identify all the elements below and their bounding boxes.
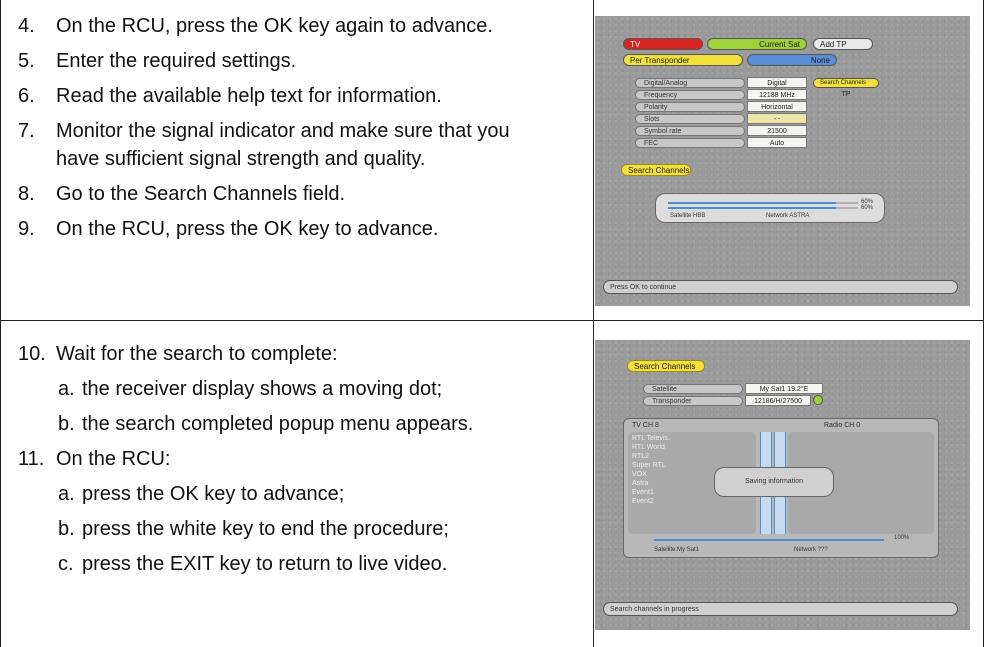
setting-value: Horizontal [747,101,807,112]
list-item: Event2 [632,498,654,505]
signal-quality-track [836,207,858,209]
substep-text: press the EXIT key to return to live vid… [82,553,448,575]
step-text: Go to the Search Channels field. [56,183,346,205]
step-7: 7. Monitor the signal indicator and make … [18,117,556,173]
substep-letter: b. [58,518,75,540]
step-number: 4. [18,15,35,37]
list-item: VOX [632,471,647,478]
list-item: Astra [632,480,649,487]
footer-network-label: Network ??? [794,547,828,553]
search-mode-label: Search Channels [813,78,879,88]
step-5: 5. Enter the required settings. [18,47,584,75]
step-text: On the RCU, press the OK key to advance. [56,218,439,240]
list-item: RTL Televis. [632,435,670,442]
status-bar: Search channels in progress [603,602,958,616]
step-number: 8. [18,183,35,205]
search-channels-header: Search Channels [627,360,705,372]
list-item: Super RTL [632,462,666,469]
signal-indicator: 60% 60% Satellite HBB Network ASTRA [655,193,885,223]
lock-indicator-icon [813,395,823,405]
add-tp-option: Add TP [813,38,873,50]
substep-text: press the white key to end the procedure… [82,518,449,540]
step-text: On the RCU: [56,448,171,470]
substep-text: the search completed popup menu appears. [82,413,474,435]
setting-label: FEC [635,138,745,148]
info-value: 12186/H/27500 [745,395,811,406]
substep-letter: a. [58,378,75,400]
signal-strength-track [836,202,858,204]
step-number: 6. [18,85,35,107]
step-11a: a. press the OK key to advance; [18,480,584,508]
signal-strength-bar [668,202,836,204]
instruction-list-1: 4. On the RCU, press the OK key again to … [18,12,584,250]
signal-quality-percent: 60% [861,205,874,211]
step-11c: c. press the EXIT key to return to live v… [18,550,584,578]
tv-channel-header: TV CH 8 [632,422,659,429]
step-number: 5. [18,50,35,72]
substep-letter: a. [58,483,75,505]
radio-channel-header: Radio CH 0 [824,422,861,429]
step-11: 11. On the RCU: [18,445,584,473]
substep-letter: c. [58,553,74,575]
step-8: 8. Go to the Search Channels field. [18,180,584,208]
step-number: 11. [18,448,45,470]
search-scope-selector: Per Transponder [623,54,743,66]
list-item: RTL2 [632,453,649,460]
tv-channel-items: RTL Televis. RTL World RTL2 Super RTL VO… [632,434,670,506]
search-mode-value: TP [841,91,851,98]
setting-value: Digital [747,77,807,88]
satellite-selector: Current Sat [707,38,807,50]
step-text: Enter the required settings. [56,50,297,72]
saving-popup: Saving information [714,467,834,497]
status-bar: Press OK to continue [603,280,958,294]
tv-radio-selector: TV [623,38,703,50]
setting-label: Symbol rate [635,126,745,136]
step-10: 10. Wait for the search to complete: [18,340,584,368]
progress-bar [654,539,884,541]
table-border-left [0,0,1,647]
substep-letter: b. [58,413,75,435]
step-9: 9. On the RCU, press the OK key to advanc… [18,215,584,243]
screenshot-transponder-settings: TV Current Sat Add TP Per Transponder No… [595,16,970,306]
info-label: Satellite [643,384,743,394]
table-row-divider [0,320,984,321]
channel-list-panel: TV CH 8 Radio CH 0 RTL Televis. RTL Worl… [623,418,939,558]
screenshot-search-progress: Search Channels Satellite My Sat1 19.2°E… [595,340,970,630]
progress-percent: 100% [894,535,910,541]
setting-value: 21500 [747,125,807,136]
list-item: RTL World [632,444,665,451]
step-text: Monitor the signal indicator and make su… [56,120,510,170]
substep-text: press the OK key to advance; [82,483,345,505]
step-10a: a. the receiver display shows a moving do… [18,375,584,403]
search-channels-button[interactable]: Search Channels [621,164,691,176]
step-number: 10. [18,343,46,365]
info-value: My Sat1 19.2°E [745,383,823,394]
step-4: 4. On the RCU, press the OK key again to … [18,12,584,40]
signal-network-label: Network ASTRA [766,213,810,219]
setting-label: Slots [635,114,745,124]
signal-quality-bar [668,207,836,209]
setting-label: Polarity [635,102,745,112]
step-number: 9. [18,218,35,240]
setting-value: - - [747,113,807,124]
step-10b: b. the search completed popup menu appear… [18,410,584,438]
setting-value: 12188 MHz [747,89,807,100]
instruction-list-2: 10. Wait for the search to complete: a. th… [18,340,584,585]
signal-satellite-label: Satellite HBB [670,213,706,219]
substep-text: the receiver display shows a moving dot; [82,378,443,400]
list-item: Event1 [632,489,654,496]
step-text: On the RCU, press the OK key again to ad… [56,15,493,37]
setting-label: Digital/Analog [635,78,745,88]
info-label: Transponder [643,396,743,406]
step-11b: b. press the white key to end the procedu… [18,515,584,543]
footer-satellite-label: Satellite My Sat1 [654,547,700,553]
step-text: Wait for the search to complete: [56,343,338,365]
network-search-selector: None [747,54,837,66]
step-number: 7. [18,120,35,142]
setting-label: Frequency [635,90,745,100]
step-text: Read the available help text for informa… [56,85,442,107]
setting-value: Auto [747,137,807,148]
table-column-divider [593,0,594,647]
step-6: 6. Read the available help text for infor… [18,82,584,110]
